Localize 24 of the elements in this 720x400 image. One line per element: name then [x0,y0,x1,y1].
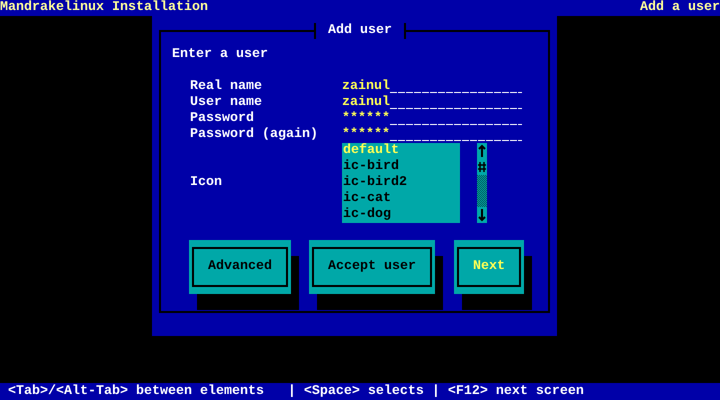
input-field[interactable]: zainul [342,95,522,111]
dialog-title: Add user [314,23,406,39]
field-label: Password [190,111,255,127]
list-item[interactable]: ic-bird2 [342,175,460,191]
step-title: Add a user [640,0,720,16]
status-bar: <Tab>/<Alt-Tab> between elements | <Space> selects | <F12> next screen [0,383,720,400]
field-label: Icon [190,175,223,191]
down-arrow-icon[interactable] [477,207,487,223]
input-field[interactable]: ****** [342,111,522,127]
installer-title: Mandrakelinux Installation [0,0,208,16]
list-item[interactable]: ic-dog [342,207,460,223]
up-arrow-icon[interactable] [477,143,487,159]
list-item[interactable]: ic-cat [342,191,460,207]
scrollbar[interactable] [477,143,487,223]
input-field[interactable]: zainul [342,79,522,95]
list-item[interactable]: ic-bird [342,159,460,175]
scroll-thumb-icon[interactable] [478,162,486,172]
advanced-button[interactable]: Advanced [189,240,291,294]
prompt-text: Enter a user [172,47,268,63]
field-label: User name [190,95,263,111]
field-label: Real name [190,79,263,95]
accept-user-button[interactable]: Accept user [309,240,435,294]
field-label: Password (again) [190,127,319,143]
input-field[interactable]: ****** [342,127,522,143]
